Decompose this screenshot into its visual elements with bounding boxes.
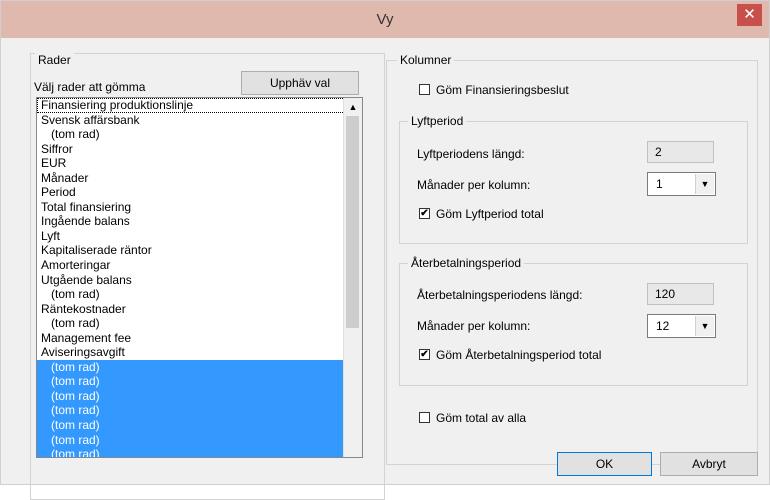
list-item[interactable]: Finansiering produktionslinje [37,98,353,113]
hide-all-total-label: Göm total av alla [436,411,527,425]
hide-lift-total-label: Göm Lyftperiod total [436,207,544,221]
repayment-months-value: 12 [656,319,670,333]
repayment-length-value: 120 [647,283,714,305]
hide-repayment-total-label: Göm Återbetalningsperiod total [436,348,602,362]
scroll-thumb[interactable] [346,116,359,328]
list-item[interactable]: Lyft [37,229,353,244]
list-item[interactable]: (tom rad) [37,403,353,419]
chevron-down-icon[interactable]: ▼ [695,174,714,194]
columns-group-legend: Kolumner [397,53,455,67]
ok-button[interactable]: OK [557,452,652,476]
rows-list-items: Finansiering produktionslinje Svensk affä… [37,98,353,457]
close-icon[interactable]: ✕ [737,4,762,26]
rows-group-legend: Rader [35,53,74,67]
list-item[interactable]: (tom rad) [37,127,353,142]
list-item[interactable]: Amorteringar [37,258,353,273]
scroll-up-icon[interactable]: ▲ [345,99,361,115]
lift-months-select[interactable]: 1 ▼ [647,172,716,196]
lift-length-label: Lyftperiodens längd: [417,147,525,161]
list-item[interactable]: (tom rad) [37,432,353,448]
list-item[interactable]: Total finansiering [37,200,353,215]
title-bar: Vy ✕ [1,1,769,38]
rows-instruction: Välj rader att gömma [34,80,146,94]
chevron-down-icon[interactable]: ▼ [695,316,714,336]
list-item[interactable]: Månader [37,171,353,186]
list-item[interactable]: EUR [37,156,353,171]
clear-selection-button[interactable]: Upphäv val [241,71,359,95]
repayment-length-label: Återbetalningsperiodens längd: [417,288,583,302]
list-item[interactable]: Räntekostnader [37,302,353,317]
repayment-period-legend: Återbetalningsperiod [408,256,525,270]
list-item[interactable]: Management fee [37,331,353,346]
list-item[interactable]: Utgående balans [37,273,353,288]
list-item[interactable]: Aviseringsavgift [37,345,353,360]
list-item[interactable]: (tom rad) [37,359,353,375]
list-item[interactable]: Ingående balans [37,214,353,229]
cancel-button[interactable]: Avbryt [660,452,758,476]
hide-repayment-total-checkbox[interactable]: ✔ [419,349,430,360]
list-item[interactable]: (tom rad) [37,418,353,433]
list-item[interactable]: Period [37,185,353,200]
list-item[interactable]: Siffror [37,142,353,157]
window-title: Vy [376,11,394,28]
hide-financing-checkbox[interactable] [419,84,430,95]
lift-period-legend: Lyftperiod [408,114,467,128]
hide-financing-label: Göm Finansieringsbeslut [436,83,569,97]
rows-scrollbar[interactable]: ▲ ▼ [343,98,362,457]
rows-listbox[interactable]: Finansiering produktionslinje Svensk affä… [36,97,363,458]
hide-all-total-checkbox[interactable] [419,412,430,423]
list-item[interactable]: Kapitaliserade räntor [37,243,353,258]
list-item[interactable]: (tom rad) [37,316,353,331]
repayment-months-label: Månader per kolumn: [417,319,531,333]
hide-lift-total-checkbox[interactable]: ✔ [419,208,430,219]
list-item[interactable]: (tom rad) [37,447,353,457]
lift-months-label: Månader per kolumn: [417,178,531,192]
list-item[interactable]: (tom rad) [37,287,353,302]
lift-months-value: 1 [656,177,663,191]
list-item[interactable]: Svensk affärsbank [37,113,353,128]
list-item[interactable]: (tom rad) [37,374,353,389]
list-item[interactable]: (tom rad) [37,388,353,404]
lift-length-value: 2 [647,141,714,163]
vy-dialog: Vy ✕ Rader Välj rader att gömma Upphäv v… [0,0,770,500]
repayment-months-select[interactable]: 12 ▼ [647,314,716,338]
